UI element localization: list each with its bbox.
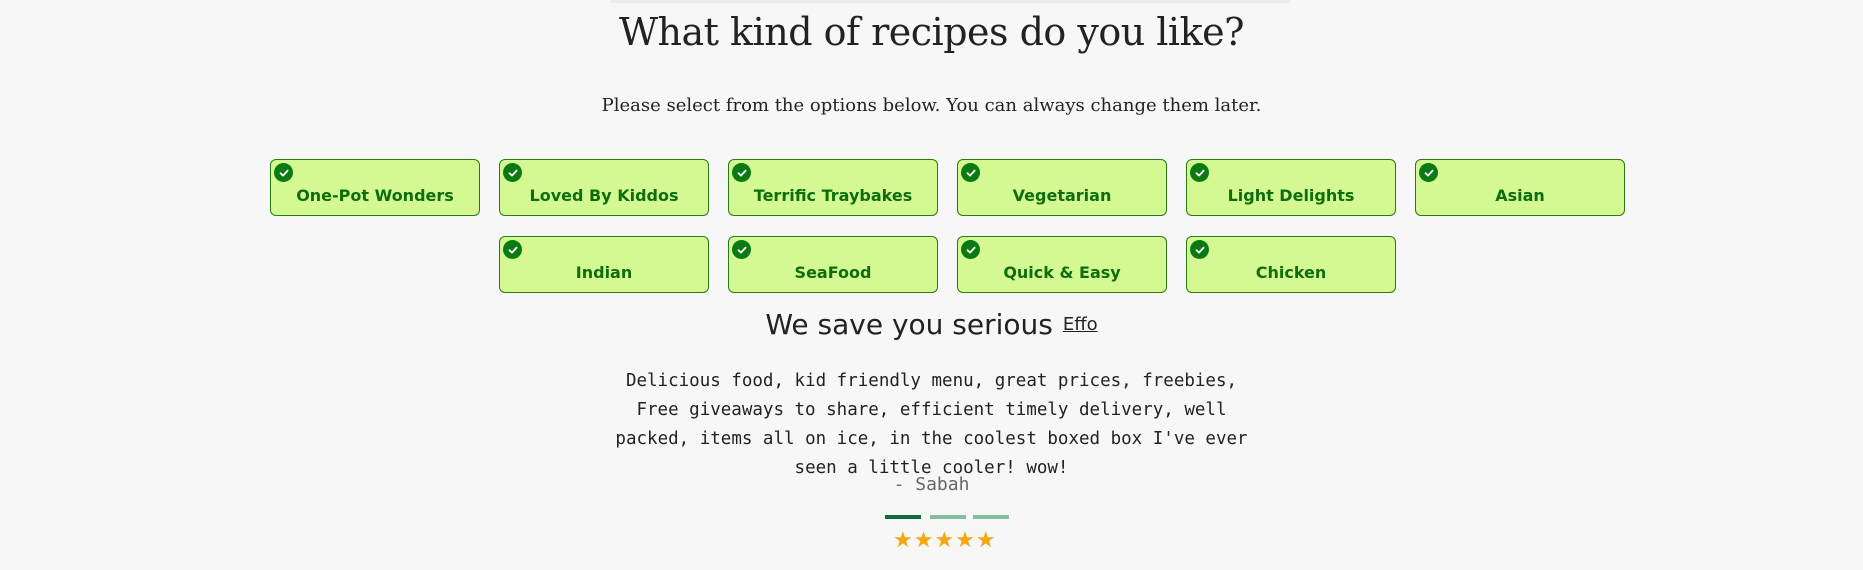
- category-label: Quick & Easy: [1003, 263, 1121, 282]
- testimonial-author: - Sabah: [893, 474, 970, 495]
- category-label: Indian: [575, 263, 633, 282]
- testimonial-quote: Delicious food, kid friendly menu, great…: [615, 371, 1248, 478]
- testimonial-heading: We save you serious Effo: [0, 308, 1863, 341]
- checkmark-icon: [961, 163, 980, 182]
- carousel-dot-1[interactable]: [885, 515, 921, 519]
- category-label: Vegetarian: [1012, 186, 1112, 205]
- category-label: Asian: [1495, 186, 1545, 205]
- checkmark-icon: [961, 240, 980, 259]
- checkmark-icon: [732, 240, 751, 259]
- category-label: SeaFood: [794, 263, 872, 282]
- category-chip-quick-and-easy[interactable]: Quick & Easy: [957, 236, 1167, 293]
- checkmark-icon: [1190, 240, 1209, 259]
- checkmark-icon: [503, 240, 522, 259]
- category-chip-vegetarian[interactable]: Vegetarian: [957, 159, 1167, 216]
- checkmark-icon: [732, 163, 751, 182]
- category-label: Loved By Kiddos: [529, 186, 679, 205]
- category-chip-one-pot-wonders[interactable]: One-Pot Wonders: [270, 159, 480, 216]
- carousel-dot-2[interactable]: [930, 515, 966, 519]
- category-grid: One-Pot Wonders Loved By Kiddos Terrific…: [0, 0, 1863, 300]
- testimonial-heading-text: We save you serious: [765, 308, 1053, 341]
- star-rating-icon: ★★★★★: [893, 528, 997, 553]
- category-chip-light-delights[interactable]: Light Delights: [1186, 159, 1396, 216]
- category-label: Light Delights: [1227, 186, 1355, 205]
- category-label: Chicken: [1255, 263, 1327, 282]
- category-chip-indian[interactable]: Indian: [499, 236, 709, 293]
- category-chip-loved-by-kiddos[interactable]: Loved By Kiddos: [499, 159, 709, 216]
- category-chip-seafood[interactable]: SeaFood: [728, 236, 938, 293]
- checkmark-icon: [1190, 163, 1209, 182]
- category-chip-chicken[interactable]: Chicken: [1186, 236, 1396, 293]
- carousel-indicators: [885, 515, 1010, 519]
- checkmark-icon: [1419, 163, 1438, 182]
- checkmark-icon: [503, 163, 522, 182]
- category-chip-asian[interactable]: Asian: [1415, 159, 1625, 216]
- category-label: Terrific Traybakes: [753, 186, 913, 205]
- category-label: One-Pot Wonders: [296, 186, 454, 205]
- testimonial-heading-link[interactable]: Effo: [1063, 314, 1098, 335]
- carousel-dot-3[interactable]: [973, 515, 1009, 519]
- checkmark-icon: [274, 163, 293, 182]
- category-chip-terrific-traybakes[interactable]: Terrific Traybakes: [728, 159, 938, 216]
